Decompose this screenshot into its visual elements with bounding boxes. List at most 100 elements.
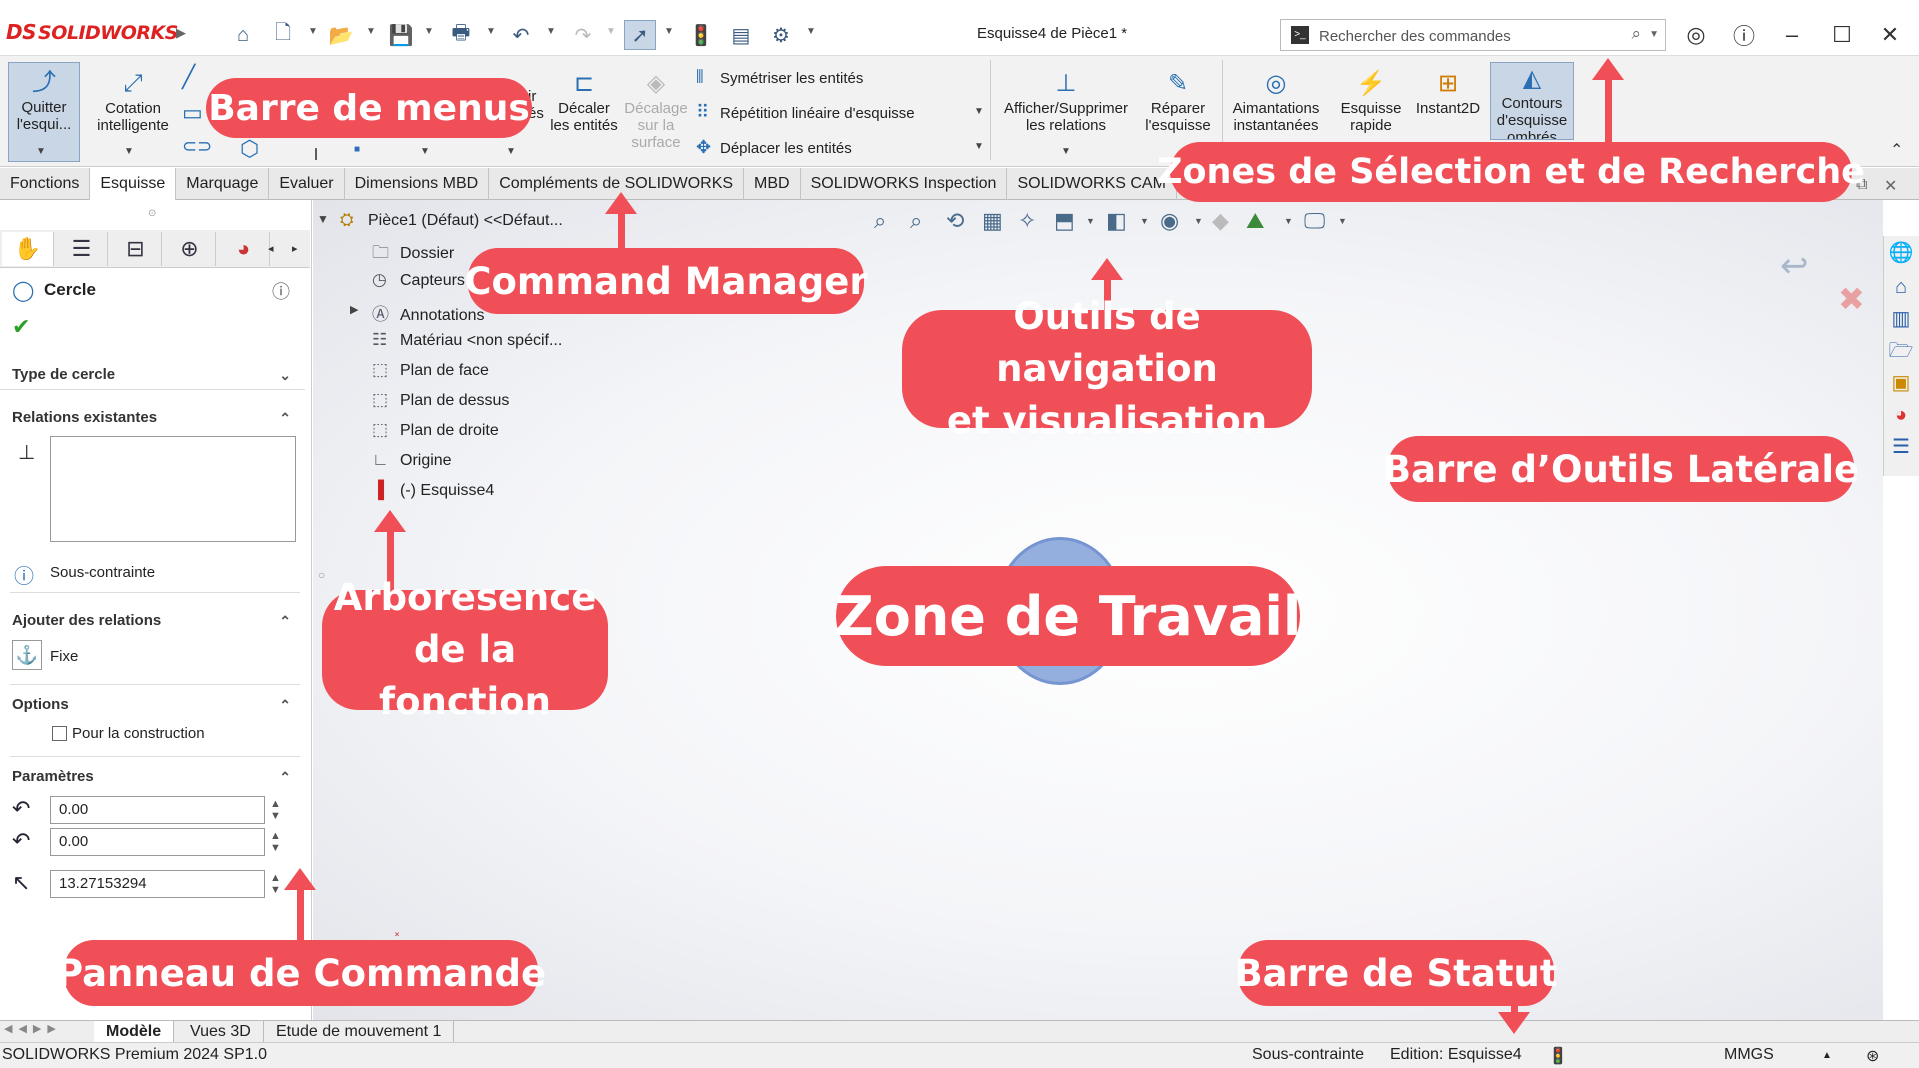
section-parameters[interactable]: Paramètres ⌃ — [0, 762, 305, 792]
tree-item[interactable]: ◷ Capteurs — [372, 270, 465, 290]
tab-nav-arrows-icon[interactable]: ◀◀▶▶ — [4, 1022, 62, 1035]
undo-icon[interactable]: ↶ — [506, 20, 536, 50]
print-icon[interactable]: 🖶 — [446, 20, 476, 50]
display-style-icon[interactable]: ◧ — [1106, 208, 1127, 234]
user-account-icon[interactable]: ◎ — [1680, 20, 1712, 50]
view-settings-icon[interactable]: 🖵 — [1304, 208, 1325, 234]
app-logo[interactable]: DS SOLIDWORKS — [6, 20, 178, 44]
view-orientation-icon[interactable]: ⬒ — [1054, 208, 1075, 234]
section-options[interactable]: Options ⌃ — [0, 690, 305, 720]
quick-snaps-button[interactable]: ◎ Aimantations instantanées — [1228, 68, 1324, 134]
polygon-tool-icon[interactable]: ⬡ — [240, 136, 259, 162]
center-x-input[interactable]: 0.00 — [50, 796, 265, 824]
relations-dropdown-icon[interactable]: ▼ — [1061, 146, 1071, 157]
home-icon[interactable]: ⌂ — [228, 20, 258, 50]
select-pointer-icon[interactable]: ➚ — [624, 20, 656, 50]
tab-fonctions[interactable]: Fonctions — [0, 168, 91, 200]
center-y-input[interactable]: 0.00 — [50, 828, 265, 856]
redo-icon[interactable]: ↷ — [568, 20, 598, 50]
zoom-to-fit-icon[interactable]: ⌕ — [874, 208, 886, 234]
slot-tool-icon[interactable]: ⊂⊃ — [182, 136, 212, 157]
quit-sketch-dropdown-icon[interactable]: ▼ — [36, 146, 46, 157]
save-icon[interactable]: 💾 — [386, 20, 416, 50]
existing-relations-list[interactable] — [50, 436, 296, 542]
trim-tool-icon[interactable]: ╷ — [310, 136, 322, 161]
file-properties-icon[interactable]: ▤ — [726, 20, 756, 50]
property-manager-tab-icon[interactable]: ☰ — [56, 232, 108, 266]
tab-marquage[interactable]: Marquage — [176, 168, 270, 200]
tab-model[interactable]: Modèle — [94, 1021, 175, 1042]
redo-dropdown-icon[interactable]: ▼ — [606, 26, 616, 37]
display-relations-button[interactable]: ⊥ Afficher/Supprimer les relations — [998, 68, 1134, 134]
convert-dropdown-icon[interactable]: ▼ — [420, 146, 430, 157]
zoom-to-area-icon[interactable]: ⌕ — [910, 208, 922, 234]
options-dropdown-icon[interactable]: ▼ — [806, 26, 816, 37]
fix-relation-icon[interactable]: ⚓ — [12, 640, 42, 670]
rebuild-status-icon[interactable]: 🚦 — [1548, 1046, 1568, 1066]
new-dropdown-icon[interactable]: ▼ — [308, 26, 318, 37]
tree-item[interactable]: ⬚ Plan de dessus — [372, 390, 509, 410]
open-dropdown-icon[interactable]: ▼ — [366, 26, 376, 37]
previous-view-icon[interactable]: ⟲ — [946, 208, 964, 234]
tab-motion-study[interactable]: Etude de mouvement 1 — [264, 1021, 455, 1042]
options-gear-icon[interactable]: ⚙ — [766, 20, 796, 50]
mirror-group-dropdown-icon[interactable]: ▼ — [506, 146, 516, 157]
move-entities-button[interactable]: ✥ Déplacer les entités — [696, 137, 852, 158]
offset-on-surface-button[interactable]: ◈ Décalage sur la surface — [622, 68, 690, 151]
shaded-contours-button[interactable]: ◭ Contours d'esquisse ombrés — [1490, 62, 1574, 140]
section-add-relations[interactable]: Ajouter des relations ⌃ — [0, 606, 305, 636]
section-view-icon[interactable]: ▦ — [982, 208, 1003, 234]
search-dropdown-icon[interactable]: ▼ — [1649, 29, 1659, 40]
help-icon[interactable]: ⓘ — [1728, 20, 1760, 50]
tree-collapse-icon[interactable]: ▼ — [317, 212, 329, 226]
file-explorer-icon[interactable]: 🗁 — [1886, 336, 1916, 366]
tree-root[interactable]: ⛭ Pièce1 (Défaut) <<Défaut... — [340, 210, 563, 230]
tab-dimensions-mbd[interactable]: Dimensions MBD — [345, 168, 490, 200]
close-icon[interactable]: ✕ — [1874, 20, 1906, 50]
hide-show-items-icon[interactable]: ◉ — [1160, 208, 1179, 234]
view-palette-icon[interactable]: ▣ — [1886, 368, 1916, 398]
feature-manager-tab-icon[interactable]: ✋ — [2, 232, 54, 266]
tab-3d-views[interactable]: Vues 3D — [178, 1021, 264, 1042]
undo-dropdown-icon[interactable]: ▼ — [546, 26, 556, 37]
customize-status-icon[interactable]: ⊛ — [1866, 1046, 1879, 1066]
tree-item[interactable]: ∟ Origine — [372, 450, 452, 470]
hide-show-dropdown-icon[interactable]: ▼ — [1194, 216, 1203, 226]
rectangle-tool-icon[interactable]: ▭ — [182, 100, 203, 126]
search-icon[interactable]: ⌕ — [1631, 24, 1641, 44]
home-pane-icon[interactable]: ⌂ — [1886, 272, 1916, 302]
cancel-sketch-icon[interactable]: ✖ — [1838, 280, 1865, 318]
x-spinner-icon[interactable]: ▲ ▼ — [270, 798, 281, 822]
tabs-scroll-left-icon[interactable]: ◂ — [268, 242, 274, 255]
units-dropdown-icon[interactable]: ▲ — [1822, 1050, 1832, 1061]
tree-item[interactable]: Ⓐ Annotations — [372, 300, 485, 325]
orientation-dropdown-icon[interactable]: ▼ — [1086, 216, 1095, 226]
apply-scene-icon[interactable]: ⛰ — [1246, 208, 1264, 234]
dynamic-annotation-icon[interactable]: ✧ — [1018, 208, 1036, 234]
dimension-dropdown-icon[interactable]: ▼ — [124, 146, 134, 157]
tree-item[interactable]: ⬚ Plan de droite — [372, 420, 499, 440]
tab-evaluer[interactable]: Evaluer — [269, 168, 345, 200]
repair-sketch-button[interactable]: ✎ Réparer l'esquisse — [1140, 68, 1216, 134]
linear-pattern-button[interactable]: ⠿ Répétition linéaire d'esquisse — [696, 102, 915, 123]
radius-input[interactable]: 13.27153294 — [50, 870, 265, 898]
save-dropdown-icon[interactable]: ▼ — [424, 26, 434, 37]
rapid-sketch-button[interactable]: ⚡ Esquisse rapide — [1332, 68, 1410, 134]
instant2d-button[interactable]: ⊞ Instant2D — [1410, 68, 1486, 117]
mirror-entities-button[interactable]: ⫴ Symétriser les entités — [696, 67, 863, 88]
offset-entities-button[interactable]: ⊏ Décaler les entités — [548, 68, 620, 134]
section-circle-type[interactable]: Type de cercle ⌄ — [0, 360, 305, 390]
maximize-icon[interactable]: ☐ — [1826, 20, 1858, 50]
scene-dropdown-icon[interactable]: ▼ — [1284, 216, 1293, 226]
expand-menu-icon[interactable]: ▶ — [176, 25, 186, 41]
tabs-scroll-right-icon[interactable]: ▸ — [292, 242, 298, 255]
tab-solidworks-cam[interactable]: SOLIDWORKS CAM — [1007, 168, 1177, 200]
construction-checkbox[interactable] — [52, 726, 67, 741]
tree-item[interactable]: 🗀 Dossier — [372, 240, 454, 269]
settings-dropdown-icon[interactable]: ▼ — [1338, 216, 1347, 226]
edit-appearance-icon[interactable]: ◆ — [1212, 208, 1229, 234]
solidworks-resources-icon[interactable]: 🌐 — [1886, 238, 1916, 268]
tab-esquisse[interactable]: Esquisse — [90, 168, 177, 200]
tree-expand-icon[interactable]: ▶ — [350, 303, 358, 316]
minimize-icon[interactable]: – — [1776, 20, 1808, 50]
